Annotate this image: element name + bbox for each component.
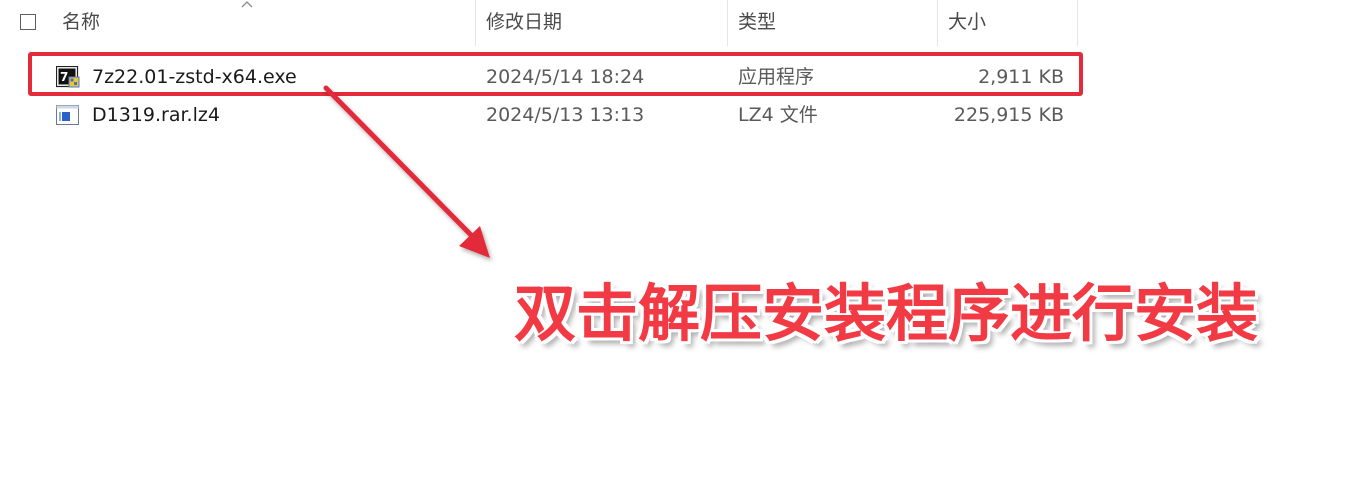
instruction-annotation: 双击解压安装程序进行安装	[514, 277, 1259, 350]
file-name[interactable]: D1319.rar.lz4	[92, 103, 220, 127]
file-type: LZ4 文件	[738, 104, 818, 126]
lz4-file-icon	[56, 105, 79, 125]
sort-ascending-icon	[241, 1, 253, 8]
column-header: 名称 修改日期 类型 大小	[0, 0, 1078, 46]
column-header-name[interactable]: 名称	[62, 10, 100, 34]
column-divider[interactable]	[1077, 0, 1078, 46]
column-header-type[interactable]: 类型	[738, 10, 776, 34]
column-header-date-modified[interactable]: 修改日期	[486, 10, 562, 34]
file-row[interactable]: D1319.rar.lz4 2024/5/13 13:13 LZ4 文件 225…	[38, 98, 1078, 132]
file-size: 225,915 KB	[953, 104, 1064, 126]
highlight-box	[28, 52, 1083, 96]
column-divider[interactable]	[937, 0, 938, 46]
file-date-modified: 2024/5/13 13:13	[486, 104, 645, 126]
column-divider[interactable]	[727, 0, 728, 46]
file-explorer-view: 名称 修改日期 类型 大小 7 7z22.01-zstd-x64.exe 202…	[0, 0, 1350, 490]
column-header-size[interactable]: 大小	[948, 10, 986, 34]
select-all-checkbox[interactable]	[20, 14, 36, 30]
column-divider[interactable]	[475, 0, 476, 46]
